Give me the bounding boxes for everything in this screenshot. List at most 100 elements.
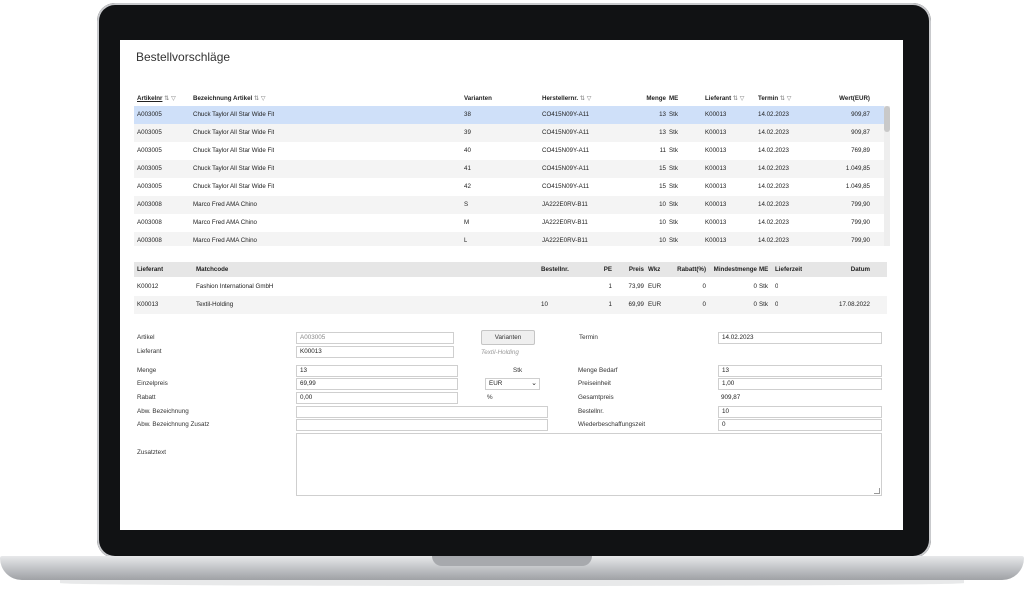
cell-varianten: 38: [464, 111, 471, 118]
column-termin[interactable]: Termin ⇅ ▽: [758, 91, 792, 106]
sort-arrows-icon[interactable]: ⇅ ▽: [164, 95, 176, 102]
sort-arrows-icon[interactable]: ⇅ ▽: [580, 95, 592, 102]
column-rabatt[interactable]: Rabatt(%): [674, 262, 706, 277]
varianten-button[interactable]: Varianten: [481, 330, 535, 345]
menge-field[interactable]: 13: [296, 365, 458, 377]
termin-label: Termin: [579, 334, 598, 341]
cell-varianten: 42: [464, 183, 471, 190]
cell-menge: 13: [659, 111, 666, 118]
cell-termin: 14.02.2023: [758, 147, 789, 154]
cell-varianten: S: [464, 201, 469, 208]
table-row[interactable]: A003008 Marco Fred AMA Chino L JA222E0RV-B1…: [134, 232, 887, 246]
orders-scrollbar[interactable]: [884, 106, 890, 246]
column-menge[interactable]: Menge: [626, 91, 666, 106]
column-datum[interactable]: Datum: [824, 262, 870, 277]
cell-varianten: 39: [464, 129, 471, 136]
wiederbeschaffung-field[interactable]: 0: [718, 419, 882, 431]
column-wert[interactable]: Wert(EUR): [814, 91, 870, 106]
cell-varianten: 41: [464, 165, 471, 172]
cell-bezeichnung: Marco Fred AMA Chino: [193, 219, 257, 226]
bestellnr-field[interactable]: 10: [718, 406, 882, 418]
sort-arrows-icon[interactable]: ⇅ ▽: [254, 95, 266, 102]
cell-bezeichnung: Chuck Taylor All Star Wide Fit: [193, 183, 275, 190]
table-row[interactable]: A003008 Marco Fred AMA Chino M JA222E0RV-B1…: [134, 214, 887, 232]
artikel-label: Artikel: [137, 334, 155, 341]
cell-bestellnr: 10: [541, 301, 548, 308]
column-me[interactable]: ME: [669, 91, 678, 106]
table-header: Lieferant Matchcode Bestellnr. PE Preis …: [134, 262, 887, 277]
cell-termin: 14.02.2023: [758, 165, 789, 172]
einzelpreis-field[interactable]: 69,99: [296, 378, 458, 390]
zusatztext-textarea[interactable]: [296, 433, 882, 496]
lieferant-field[interactable]: K00013: [296, 346, 454, 358]
currency-select[interactable]: EUR ⌄: [485, 378, 540, 390]
laptop-shadow: [60, 580, 964, 586]
column-varianten[interactable]: Varianten: [464, 91, 492, 106]
rabatt-unit: %: [487, 394, 493, 401]
preiseinheit-field[interactable]: 1,00: [718, 378, 882, 390]
column-preis[interactable]: Preis: [612, 262, 644, 277]
cell-matchcode: Textil-Holding: [196, 301, 234, 308]
column-herstellernr[interactable]: Herstellernr. ⇅ ▽: [542, 91, 592, 106]
cell-me: Stk: [759, 301, 768, 308]
column-label: Lieferant: [705, 95, 732, 102]
cell-termin: 14.02.2023: [758, 129, 789, 136]
column-bezeichnung[interactable]: Bezeichnung Artikel ⇅ ▽: [193, 91, 266, 106]
page-title: Bestellvorschläge: [136, 50, 231, 64]
cell-lieferant: K00013: [705, 165, 727, 172]
menge-label: Menge: [137, 367, 157, 374]
cell-lieferzeit: 0: [775, 301, 779, 308]
termin-field[interactable]: 14.02.2023: [718, 332, 882, 344]
sort-arrows-icon[interactable]: ⇅ ▽: [733, 95, 745, 102]
abw-zusatz-field[interactable]: [296, 419, 548, 431]
cell-wert: 909,87: [851, 111, 870, 118]
cell-matchcode: Fashion International GmbH: [196, 283, 274, 290]
column-me[interactable]: ME: [759, 262, 768, 277]
rabatt-label: Rabatt: [137, 394, 156, 401]
column-artikelnr[interactable]: Artikelnr ⇅ ▽: [137, 91, 176, 106]
cell-lieferant: K00013: [705, 129, 727, 136]
cell-bezeichnung: Chuck Taylor All Star Wide Fit: [193, 147, 275, 154]
cell-me: Stk: [669, 237, 678, 244]
column-lieferant[interactable]: Lieferant: [137, 262, 163, 277]
cell-artikelnr: A003005: [137, 183, 162, 190]
table-row[interactable]: K00013 Textil-Holding 10 1 69,99 EUR 0 0 Stk 0 17.…: [134, 296, 887, 314]
rabatt-field[interactable]: 0,00: [296, 392, 458, 404]
table-row[interactable]: A003008 Marco Fred AMA Chino S JA222E0RV-B1…: [134, 196, 887, 214]
column-bestellnr[interactable]: Bestellnr.: [541, 262, 569, 277]
menge-bedarf-label: Menge Bedarf: [578, 367, 618, 374]
table-row[interactable]: A003005 Chuck Taylor All Star Wide Fit 40 C…: [134, 142, 887, 160]
menge-bedarf-field[interactable]: 13: [718, 365, 882, 377]
cell-wkz: EUR: [648, 283, 662, 290]
cell-artikelnr: A003005: [137, 129, 162, 136]
cell-lieferant: K00013: [705, 237, 727, 244]
lieferant-label: Lieferant: [137, 348, 162, 355]
column-matchcode[interactable]: Matchcode: [196, 262, 228, 277]
cell-artikelnr: A003005: [137, 111, 162, 118]
resize-grip-icon[interactable]: [874, 488, 880, 494]
column-mindestmenge[interactable]: Mindestmenge: [709, 262, 757, 277]
cell-menge: 10: [659, 237, 666, 244]
artikel-field[interactable]: A003005: [296, 332, 454, 344]
cell-me: Stk: [669, 201, 678, 208]
cell-wert: 799,90: [851, 201, 870, 208]
column-pe[interactable]: PE: [592, 262, 612, 277]
gesamtpreis-value: 909,87: [721, 394, 741, 401]
cell-herstellernr: JA222E0RV-B11: [542, 237, 588, 244]
column-wkz[interactable]: Wkz: [648, 262, 660, 277]
cell-mindestmenge: 0: [753, 301, 757, 308]
table-row[interactable]: K00012 Fashion International GmbH 1 73,99 EU…: [134, 278, 887, 296]
sort-arrows-icon[interactable]: ⇅ ▽: [780, 95, 792, 102]
table-row[interactable]: A003005 Chuck Taylor All Star Wide Fit 39 C…: [134, 124, 887, 142]
cell-rabatt: 0: [702, 283, 706, 290]
table-row[interactable]: A003005 Chuck Taylor All Star Wide Fit 38 C…: [134, 106, 887, 124]
column-lieferzeit[interactable]: Lieferzeit: [775, 262, 802, 277]
table-row[interactable]: A003005 Chuck Taylor All Star Wide Fit 41 C…: [134, 160, 887, 178]
cell-lieferzeit: 0: [775, 283, 779, 290]
abw-bezeichnung-field[interactable]: [296, 406, 548, 418]
order-proposals-table: Artikelnr ⇅ ▽ Bezeichnung Artikel ⇅ ▽ Va…: [134, 91, 887, 246]
scrollbar-thumb[interactable]: [884, 106, 890, 132]
column-lieferant[interactable]: Lieferant ⇅ ▽: [705, 91, 745, 106]
table-row[interactable]: A003005 Chuck Taylor All Star Wide Fit 42 C…: [134, 178, 887, 196]
cell-wkz: EUR: [648, 301, 662, 308]
